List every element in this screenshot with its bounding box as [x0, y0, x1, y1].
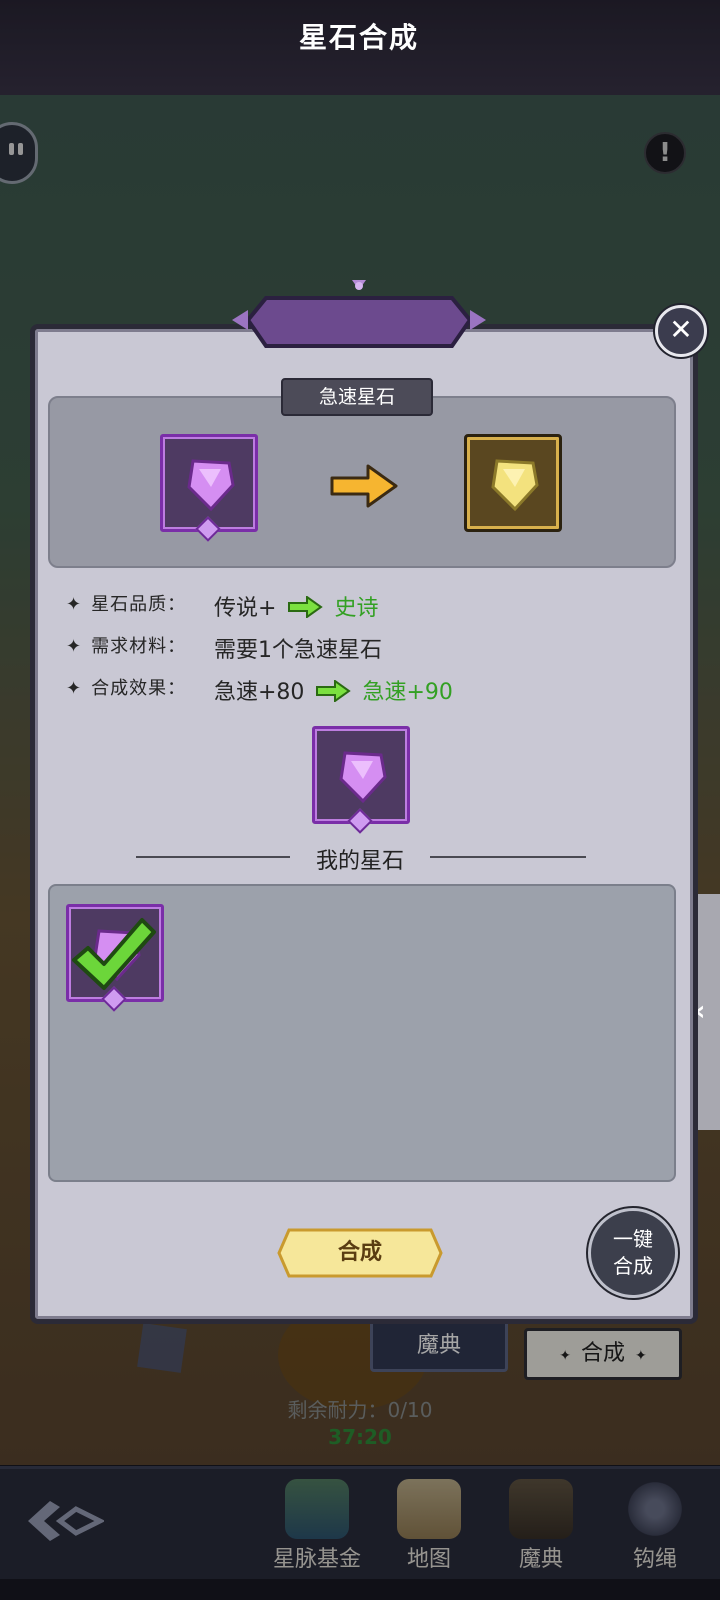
green-arrow-icon: [316, 680, 352, 702]
effect-from: 急速+80: [214, 680, 305, 705]
info-value: 急速+80 急速+90: [214, 674, 453, 706]
purple-gem-icon: [339, 751, 387, 804]
quality-to: 史诗: [334, 596, 379, 621]
info-row-quality: ✦ 星石品质： 传说+ 史诗: [66, 590, 378, 624]
panel-title: 星石合成: [298, 21, 419, 54]
my-gems-title: 我的星石: [289, 849, 430, 874]
star-bullet-icon: ✦: [66, 636, 82, 657]
synthesize-button[interactable]: 合成: [277, 1226, 443, 1280]
effect-to: 急速+90: [362, 680, 453, 705]
star-bullet-icon: ✦: [66, 678, 82, 699]
info-label: 需求材料：: [91, 636, 187, 657]
yellow-gem-icon: [491, 459, 539, 512]
material-gem-slot[interactable]: [312, 726, 410, 834]
info-row-effect: ✦ 合成效果： 急速+80 急速+90: [66, 674, 453, 708]
title-plate: [232, 280, 486, 348]
close-button[interactable]: ✕: [655, 305, 707, 357]
my-gems-header: 我的星石: [0, 843, 720, 875]
green-arrow-icon: [288, 596, 324, 618]
checkmark-icon: [72, 918, 156, 990]
purple-gem-icon: [187, 459, 235, 512]
one-key-synthesize-button[interactable]: 一键 合成: [588, 1208, 678, 1298]
info-label: 星石品质：: [91, 594, 187, 615]
gem-type-tag: 急速星石: [281, 378, 433, 416]
star-bullet-icon: ✦: [66, 594, 82, 615]
arrow-right-icon: [330, 464, 398, 508]
result-gem-slot[interactable]: [464, 434, 562, 532]
info-label: 合成效果：: [91, 678, 187, 699]
quality-from: 传说+: [214, 596, 277, 621]
material-value: 需要1个急速星石: [214, 638, 382, 663]
close-icon: ✕: [669, 313, 693, 346]
one-key-line1: 一键: [613, 1227, 653, 1251]
info-value: 传说+ 史诗: [214, 590, 378, 622]
one-key-line2: 合成: [613, 1254, 653, 1278]
source-gem-slot[interactable]: [160, 434, 258, 542]
info-row-material: ✦ 需求材料： 需要1个急速星石: [66, 632, 382, 666]
